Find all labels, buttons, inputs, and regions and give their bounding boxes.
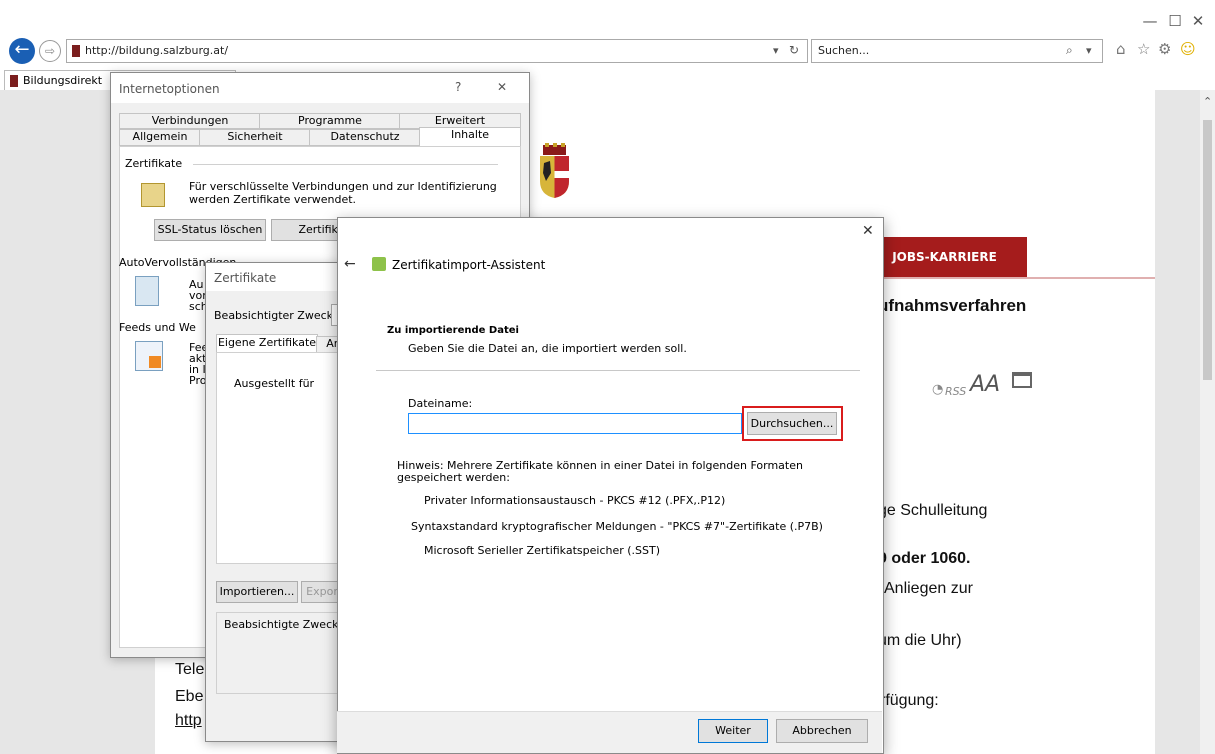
search-box[interactable]: Suchen... ⌕ ▾ [811, 39, 1103, 63]
import-button[interactable]: Importieren... [216, 581, 298, 603]
purpose-label: Beabsichtigter Zweck: [214, 309, 337, 322]
help-icon[interactable]: ? [455, 80, 461, 94]
search-dropdown-icon[interactable]: ▾ [1086, 44, 1092, 57]
site-icon [72, 45, 80, 57]
page-text-line2: 9 oder 1060. [878, 550, 971, 567]
search-icon[interactable]: ⌕ [1066, 43, 1073, 58]
column-issued-to[interactable]: Ausgestellt für [234, 377, 314, 390]
coat-of-arms-logo [540, 143, 569, 198]
back-button[interactable]: ← [9, 38, 35, 64]
rss-icon[interactable]: ◔ [932, 382, 943, 397]
maximize-icon[interactable]: ☐ [1165, 12, 1185, 30]
scroll-up-icon[interactable]: ⌃ [1203, 95, 1212, 108]
next-button[interactable]: Weiter [698, 719, 768, 743]
purposes-label: Beabsichtigte Zwecke d [224, 618, 356, 631]
jobs-karriere-tab[interactable]: JOBS-KARRIERE [862, 237, 1027, 277]
smiley-icon[interactable]: ☺ [1180, 40, 1196, 58]
refresh-icon[interactable]: ↻ [789, 43, 799, 57]
tab-sicherheit[interactable]: Sicherheit [199, 129, 311, 146]
tab-inhalte[interactable]: Inhalte [419, 127, 521, 147]
home-icon[interactable]: ⌂ [1116, 40, 1126, 58]
cancel-button[interactable]: Abbrechen [776, 719, 868, 743]
certificate-wizard-icon [372, 257, 386, 271]
group-feeds-label: Feeds und We [119, 321, 196, 334]
address-bar[interactable]: http://bildung.salzburg.at/ ▾ ↻ [66, 39, 808, 63]
dialog-title: Internetoptionen [119, 82, 220, 96]
certificate-icon [141, 183, 165, 207]
favorites-star-icon[interactable]: ☆ [1137, 40, 1150, 58]
page-text-line1: ge Schulleitung [878, 502, 987, 520]
autocomplete-icon [135, 276, 159, 306]
section-title: Zu importierende Datei [387, 325, 519, 336]
browse-button[interactable]: Durchsuchen... [747, 412, 837, 435]
jobs-divider [862, 277, 1155, 279]
format-sst: Microsoft Serieller Zertifikatspeicher (… [424, 544, 661, 557]
tab-title: Bildungsdirekt [23, 74, 103, 87]
page-text-line1-content: ge Schulleitung [878, 502, 988, 519]
close-window-icon[interactable]: ✕ [1188, 12, 1208, 30]
print-icon[interactable] [1012, 372, 1032, 388]
font-size-icon[interactable]: AA [970, 372, 1000, 397]
rss-label[interactable]: RSS [945, 385, 966, 398]
scrollbar-thumb[interactable] [1203, 120, 1212, 380]
forward-button[interactable]: ⇨ [39, 40, 61, 62]
page-link-http[interactable]: http [175, 712, 202, 730]
group-divider [193, 164, 498, 165]
section-divider [376, 370, 860, 371]
filename-input[interactable] [408, 413, 742, 434]
wizard-title: Zertifikatimport-Assistent [392, 258, 546, 272]
section-description: Geben Sie die Datei an, die importiert w… [408, 342, 687, 355]
page-heading-fragment: ufnahmsverfahren [878, 296, 1027, 315]
page-text-tele: Tele [175, 661, 205, 678]
close-icon[interactable]: ✕ [497, 80, 507, 94]
page-text-line4: um die Uhr) [878, 632, 962, 649]
rss-badge-icon [149, 356, 161, 368]
address-url: http://bildung.salzburg.at/ [85, 44, 229, 57]
page-text-ebe: Ebe [175, 688, 204, 705]
tab-datenschutz[interactable]: Datenschutz [309, 129, 421, 146]
cert-description: Für verschlüsselte Verbindungen und zur … [189, 180, 497, 206]
tab-allgemein[interactable]: Allgemein [119, 129, 201, 146]
wizard-back-icon[interactable]: ← [344, 256, 356, 272]
tab-verbindungen[interactable]: Verbindungen [119, 113, 261, 129]
format-p7b: Syntaxstandard kryptografischer Meldunge… [411, 520, 823, 533]
wizard-close-icon[interactable]: ✕ [862, 223, 874, 239]
minimize-icon[interactable]: — [1140, 12, 1160, 30]
tab-site-icon [10, 75, 18, 87]
group-zertifikate-label: Zertifikate [125, 157, 183, 170]
search-placeholder: Suchen... [818, 44, 870, 57]
format-pfx: Privater Informationsaustausch - PKCS #1… [424, 494, 726, 507]
page-text-line3: Anliegen zur [884, 580, 973, 597]
page-text-line5: rfügung: [880, 692, 939, 709]
gear-icon[interactable]: ⚙ [1158, 40, 1171, 58]
feeds-text-4: Pro [189, 374, 207, 387]
dropdown-icon[interactable]: ▾ [773, 44, 779, 57]
tab-eigene-zertifikate[interactable]: Eigene Zertifikate [216, 334, 318, 353]
filename-label: Dateiname: [408, 397, 473, 410]
ssl-clear-button[interactable]: SSL-Status löschen [154, 219, 266, 241]
tab-programme[interactable]: Programme [259, 113, 401, 129]
hint-text: Hinweis: Mehrere Zertifikate können in e… [397, 459, 803, 484]
zertifikate-title: Zertifikate [214, 271, 277, 285]
import-wizard-dialog [337, 217, 884, 754]
